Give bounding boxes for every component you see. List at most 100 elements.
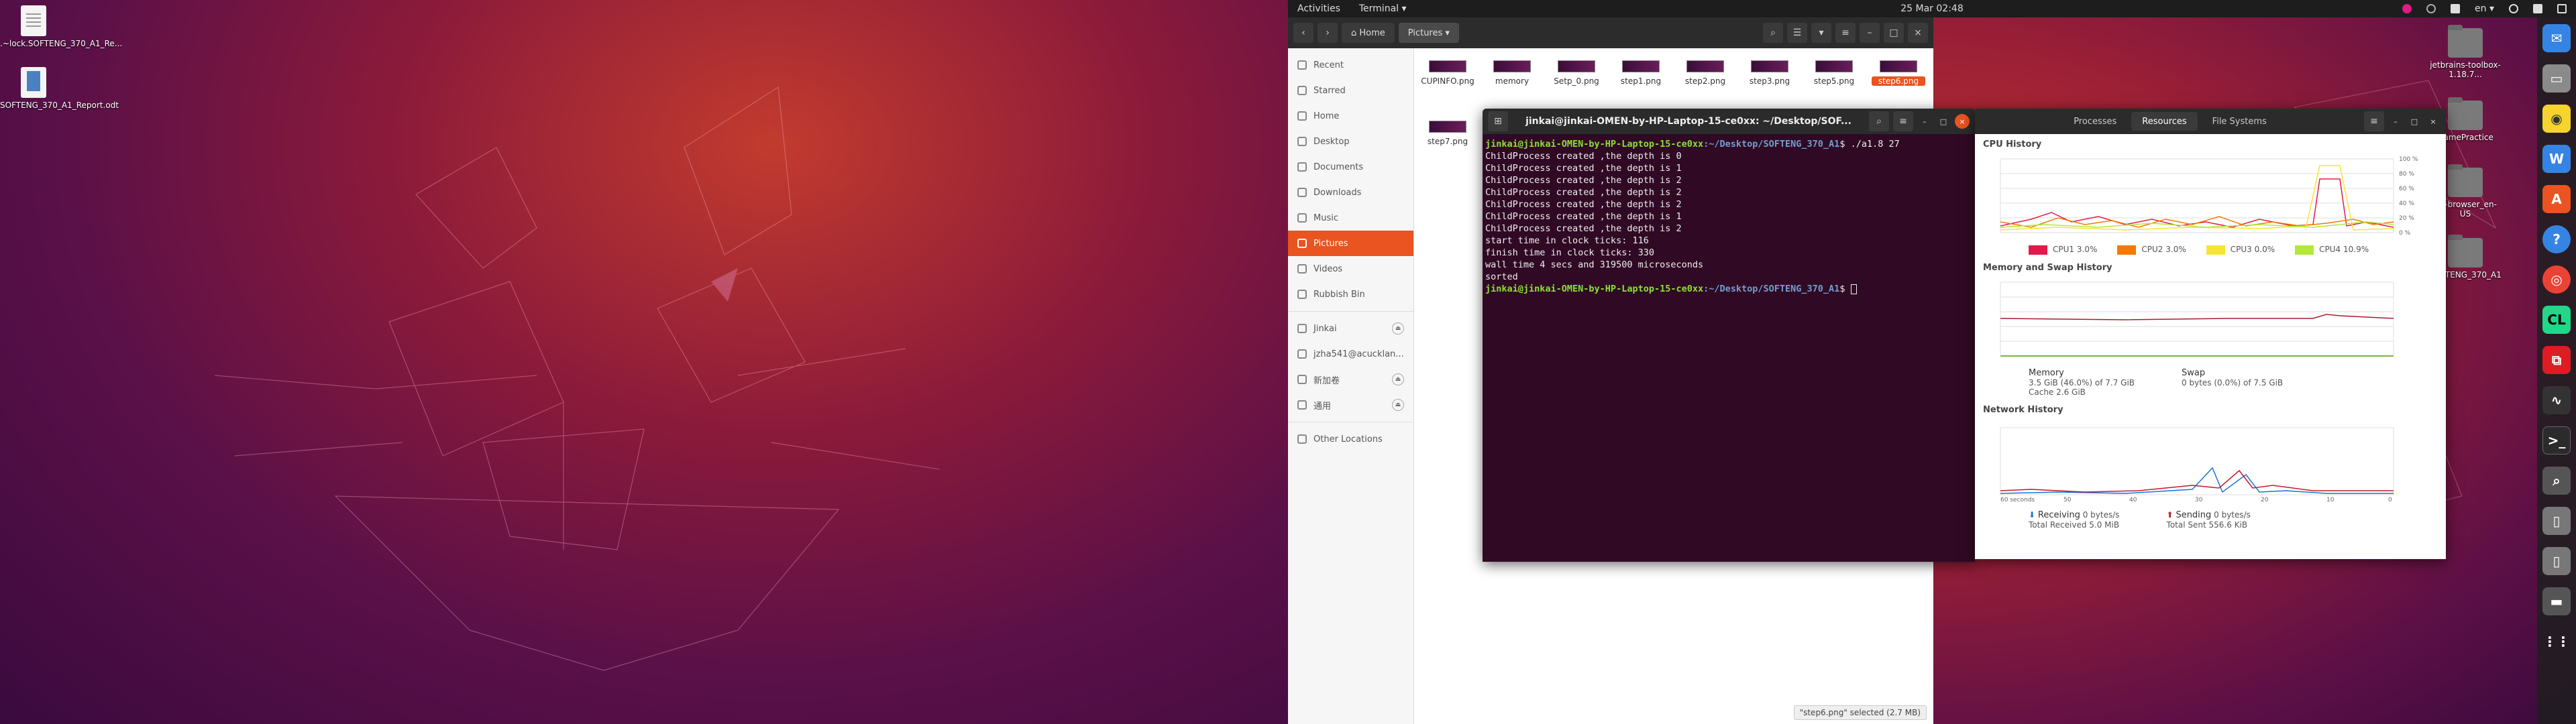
app-menu[interactable]: Terminal ▾	[1350, 3, 1416, 14]
monitor-icon[interactable]: ∿	[2542, 386, 2571, 414]
swatch[interactable]	[2029, 245, 2047, 255]
sidebar-device-jinkai[interactable]: Jinkai ⏏	[1288, 316, 1413, 341]
tab-file-systems[interactable]: File Systems	[2202, 112, 2277, 131]
chrome-icon[interactable]: ◎	[2542, 265, 2571, 294]
writer-icon[interactable]: W	[2542, 145, 2571, 173]
screenshot-icon[interactable]: ⧉	[2542, 346, 2571, 374]
eject-icon[interactable]: ⏏	[1392, 399, 1404, 411]
software-icon[interactable]: A	[2542, 185, 2571, 213]
files-icon[interactable]: ▭	[2542, 64, 2571, 93]
network-icon[interactable]	[2509, 4, 2518, 13]
sidebar-item-music[interactable]: Music	[1288, 205, 1413, 231]
sidebar-item-recent[interactable]: Recent	[1288, 52, 1413, 78]
sidebar-item-home[interactable]: Home	[1288, 103, 1413, 129]
folder-icon	[2448, 164, 2483, 197]
close-icon[interactable]: ×	[2426, 114, 2440, 129]
desktop-folder-jetbrains[interactable]: jetbrains-toolbox-1.18.7...	[2428, 25, 2502, 79]
maximize-icon[interactable]: □	[1884, 23, 1904, 43]
output-line: ChildProcess created ,the depth is 2	[1485, 199, 1682, 210]
menu-icon[interactable]: ≡	[1835, 23, 1856, 43]
swatch[interactable]	[2117, 245, 2137, 255]
output-line: ChildProcess created ,the depth is 1	[1485, 163, 1682, 174]
terminal-icon[interactable]: >_	[2542, 426, 2571, 455]
sidebar-item-pictures[interactable]: Pictures	[1288, 231, 1413, 256]
dock: ✉ ▭ ◉ W A ? ◎ CL ⧉ ∿ >_ ⌕ ▯ ▯ ▬ ⋮⋮	[2537, 17, 2576, 724]
help-icon[interactable]: ?	[2542, 225, 2571, 253]
search-icon[interactable]: ⌕	[1869, 111, 1889, 131]
clock[interactable]: 25 Mar 02:48	[1900, 3, 1963, 14]
breadcrumb-pictures[interactable]: Pictures ▾	[1398, 23, 1459, 43]
output-line: ChildProcess created ,the depth is 2	[1485, 175, 1682, 186]
sidebar-other-locations[interactable]: Other Locations	[1288, 426, 1413, 452]
sidebar-device-vol2[interactable]: 通用 ⏏	[1288, 392, 1413, 418]
new-tab-icon[interactable]: ⊞	[1488, 111, 1508, 131]
mail-icon[interactable]: ✉	[2542, 24, 2571, 52]
sidebar-item-desktop[interactable]: Desktop	[1288, 129, 1413, 154]
tab-processes[interactable]: Processes	[2063, 112, 2127, 131]
usb-icon[interactable]: ▯	[2542, 507, 2571, 535]
eject-icon[interactable]: ⏏	[1392, 322, 1404, 335]
close-icon[interactable]: ×	[1908, 23, 1928, 43]
file-thumb[interactable]: step5.png	[1807, 55, 1861, 86]
plus-icon	[1297, 434, 1307, 444]
language-selector[interactable]: en ▾	[2475, 3, 2494, 14]
swatch[interactable]	[2206, 245, 2225, 255]
file-thumb[interactable]: step2.png	[1678, 55, 1732, 86]
sidebar-device-vol1[interactable]: 新加卷 ⏏	[1288, 367, 1413, 392]
axis-label: 0	[2388, 497, 2392, 503]
minimize-icon[interactable]: –	[1917, 114, 1932, 129]
file-thumb[interactable]: step1.png	[1614, 55, 1668, 86]
tab-resources[interactable]: Resources	[2131, 112, 2198, 131]
output-line: ChildProcess created ,the depth is 2	[1485, 223, 1682, 234]
file-thumb[interactable]: memory	[1485, 55, 1539, 86]
close-icon[interactable]: ×	[1955, 114, 1970, 129]
activities-button[interactable]: Activities	[1288, 3, 1350, 14]
terminal-window[interactable]: ⊞ jinkai@jinkai-OMEN-by-HP-Laptop-15-ce0…	[1483, 109, 1975, 562]
cpu-history-chart: 100 % 80 % 60 % 40 % 20 % 0 %	[2000, 156, 2418, 237]
sidebar-device-network[interactable]: jzha541@acucklan...	[1288, 341, 1413, 367]
clion-icon[interactable]: CL	[2542, 306, 2571, 334]
bluetooth-icon[interactable]	[2426, 4, 2436, 13]
usb-icon-2[interactable]: ▯	[2542, 547, 2571, 575]
search-icon[interactable]: ⌕	[1763, 23, 1783, 43]
odt-document-icon	[21, 67, 46, 98]
terminal-output[interactable]: jinkai@jinkai-OMEN-by-HP-Laptop-15-ce0xx…	[1483, 134, 1975, 299]
forward-button[interactable]: ›	[1318, 23, 1338, 43]
maximize-icon[interactable]: □	[1936, 114, 1951, 129]
maximize-icon[interactable]: □	[2407, 114, 2422, 129]
rhythmbox-icon[interactable]: ◉	[2542, 105, 2571, 133]
file-thumb[interactable]: Setp_0.png	[1550, 55, 1603, 86]
breadcrumb-home[interactable]: ⌂ Home	[1342, 23, 1395, 43]
disk-icon[interactable]: ▬	[2542, 587, 2571, 615]
view-toggle-icon[interactable]: ☰	[1787, 23, 1807, 43]
file-thumb[interactable]: step7.png	[1421, 115, 1474, 146]
magnifier-icon[interactable]: ⌕	[2542, 467, 2571, 495]
text-cursor	[1850, 284, 1857, 294]
file-thumb[interactable]: step3.png	[1743, 55, 1796, 86]
axis-label: 60 %	[2399, 186, 2414, 192]
sending-block: ⬆ Sending 0 bytes/s Total Sent 556.6 KiB	[2166, 509, 2251, 530]
sidebar-item-starred[interactable]: Starred	[1288, 78, 1413, 103]
back-button[interactable]: ‹	[1293, 23, 1313, 43]
sidebar-item-downloads[interactable]: Downloads	[1288, 180, 1413, 205]
menu-icon[interactable]: ≡	[1893, 111, 1913, 131]
desktop-icon-report[interactable]: SOFTENG_370_A1_Report.odt	[0, 67, 119, 110]
download-arrow-icon: ⬇	[2029, 509, 2036, 520]
minimize-icon[interactable]: –	[2388, 114, 2403, 129]
menu-icon[interactable]: ≡	[2364, 111, 2384, 131]
minimize-icon[interactable]: –	[1860, 23, 1880, 43]
swatch[interactable]	[2295, 245, 2314, 255]
view-options-icon[interactable]: ▾	[1811, 23, 1831, 43]
battery-icon[interactable]	[2557, 4, 2567, 13]
clipboard-icon[interactable]	[2451, 4, 2461, 13]
volume-icon[interactable]	[2533, 4, 2542, 13]
tray-app-icon[interactable]	[2402, 4, 2412, 13]
eject-icon[interactable]: ⏏	[1392, 373, 1404, 385]
file-thumb[interactable]: CUPINFO.png	[1421, 55, 1474, 86]
sidebar-item-videos[interactable]: Videos	[1288, 256, 1413, 282]
sidebar-item-documents[interactable]: Documents	[1288, 154, 1413, 180]
sidebar-item-rubbish[interactable]: Rubbish Bin	[1288, 282, 1413, 307]
apps-grid-icon[interactable]: ⋮⋮	[2542, 627, 2571, 656]
file-thumb-selected[interactable]: step6.png	[1872, 55, 1925, 86]
desktop-icon-lockfile[interactable]: .~lock.SOFTENG_370_A1_Re...	[0, 5, 122, 48]
